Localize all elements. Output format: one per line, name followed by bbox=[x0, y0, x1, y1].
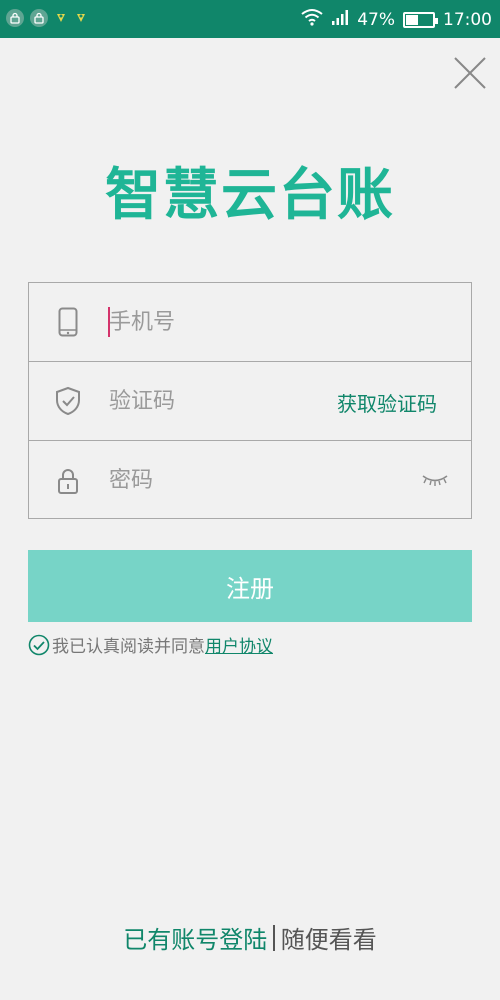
app-notification-icon bbox=[74, 9, 88, 27]
login-link[interactable]: 已有账号登陆 bbox=[123, 920, 267, 955]
lock-notification-icon bbox=[6, 9, 24, 27]
bottom-links: 已有账号登陆 随便看看 bbox=[0, 920, 500, 955]
phone-input[interactable] bbox=[109, 303, 329, 341]
notification-icons bbox=[6, 9, 88, 27]
phone-icon bbox=[55, 305, 81, 339]
password-input[interactable] bbox=[109, 461, 329, 499]
padlock-icon bbox=[55, 464, 81, 498]
close-button[interactable] bbox=[452, 55, 488, 91]
wifi-icon bbox=[301, 8, 323, 31]
divider bbox=[273, 924, 275, 951]
app-title: 智慧云台账 bbox=[105, 163, 395, 228]
eye-closed-icon bbox=[422, 475, 448, 486]
agreement-checkbox[interactable] bbox=[28, 634, 50, 656]
lock-notification-icon bbox=[30, 9, 48, 27]
register-button[interactable]: 注册 bbox=[28, 550, 472, 622]
password-row bbox=[29, 441, 471, 520]
code-row: 获取验证码 bbox=[29, 362, 471, 441]
close-icon bbox=[454, 57, 486, 89]
register-form: 获取验证码 bbox=[28, 282, 472, 519]
signal-icon bbox=[331, 8, 349, 31]
user-agreement-link[interactable]: 用户协议 bbox=[205, 632, 273, 657]
check-circle-icon bbox=[28, 634, 50, 655]
shield-check-icon bbox=[55, 384, 81, 418]
system-indicators: 47% 17:00 bbox=[301, 8, 492, 31]
browse-link[interactable]: 随便看看 bbox=[281, 920, 377, 955]
phone-row bbox=[29, 283, 471, 362]
app-notification-icon bbox=[54, 9, 68, 27]
battery-percent: 47% bbox=[357, 9, 395, 30]
verification-code-input[interactable] bbox=[109, 382, 329, 420]
agreement-row: 我已认真阅读并同意 用户协议 bbox=[28, 632, 273, 657]
battery-fill bbox=[406, 14, 419, 25]
agreement-text: 我已认真阅读并同意 bbox=[52, 637, 205, 657]
get-code-button[interactable]: 获取验证码 bbox=[337, 388, 437, 417]
battery-icon bbox=[403, 11, 438, 28]
clock: 17:00 bbox=[443, 9, 492, 30]
status-bar: 47% 17:00 bbox=[0, 0, 500, 38]
password-visibility-toggle[interactable] bbox=[421, 471, 449, 489]
